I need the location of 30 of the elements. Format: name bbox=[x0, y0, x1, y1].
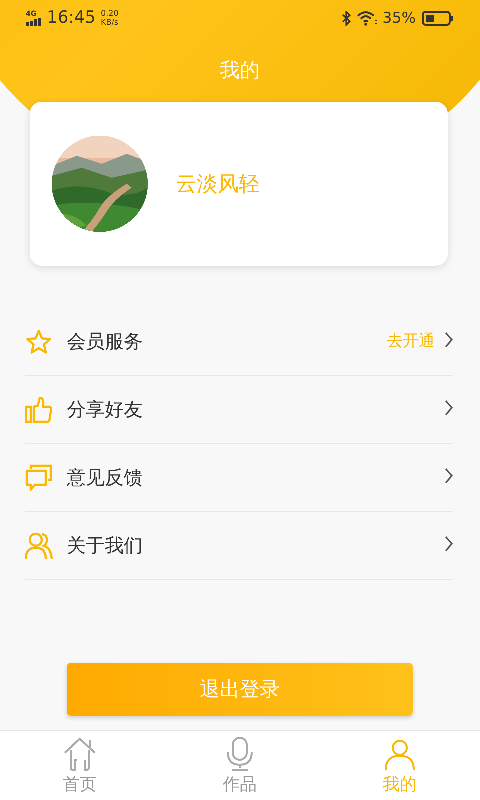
bluetooth-icon bbox=[342, 10, 351, 26]
logout-button[interactable]: 退出登录 bbox=[67, 663, 413, 716]
signal-icon bbox=[26, 18, 42, 26]
house-icon bbox=[62, 737, 98, 771]
menu-item[interactable]: 分享好友 bbox=[25, 376, 453, 444]
upgrade-link[interactable]: 去开通 bbox=[387, 331, 435, 352]
menu-item[interactable]: 会员服务 去开通 bbox=[25, 308, 453, 376]
chevron-right-icon bbox=[445, 332, 453, 348]
wifi-icon bbox=[356, 10, 377, 26]
users-icon bbox=[25, 532, 53, 560]
username: 云淡风轻 bbox=[176, 171, 260, 198]
microphone-icon bbox=[225, 737, 255, 771]
battery-percentage: 35% bbox=[382, 9, 416, 27]
chevron-right-icon bbox=[445, 468, 453, 484]
battery-icon bbox=[422, 10, 454, 26]
chat-bubbles-icon bbox=[25, 464, 53, 492]
user-icon bbox=[384, 739, 416, 771]
menu-item[interactable]: 关于我们 bbox=[25, 512, 453, 580]
page-title: 我的 bbox=[219, 58, 261, 82]
star-icon bbox=[26, 328, 52, 354]
network-speed: 0.20 bbox=[101, 9, 119, 18]
speed-unit: KB/s bbox=[101, 18, 119, 27]
tab[interactable]: 首页 bbox=[0, 731, 160, 800]
tab[interactable]: 我的 bbox=[320, 731, 480, 800]
thumbs-up-icon bbox=[25, 396, 53, 424]
tab[interactable]: 作品 bbox=[160, 731, 320, 800]
menu-item[interactable]: 意见反馈 bbox=[25, 444, 453, 512]
chevron-right-icon bbox=[445, 536, 453, 552]
chevron-right-icon bbox=[445, 400, 453, 416]
clock-time: 16:45 bbox=[47, 8, 96, 28]
